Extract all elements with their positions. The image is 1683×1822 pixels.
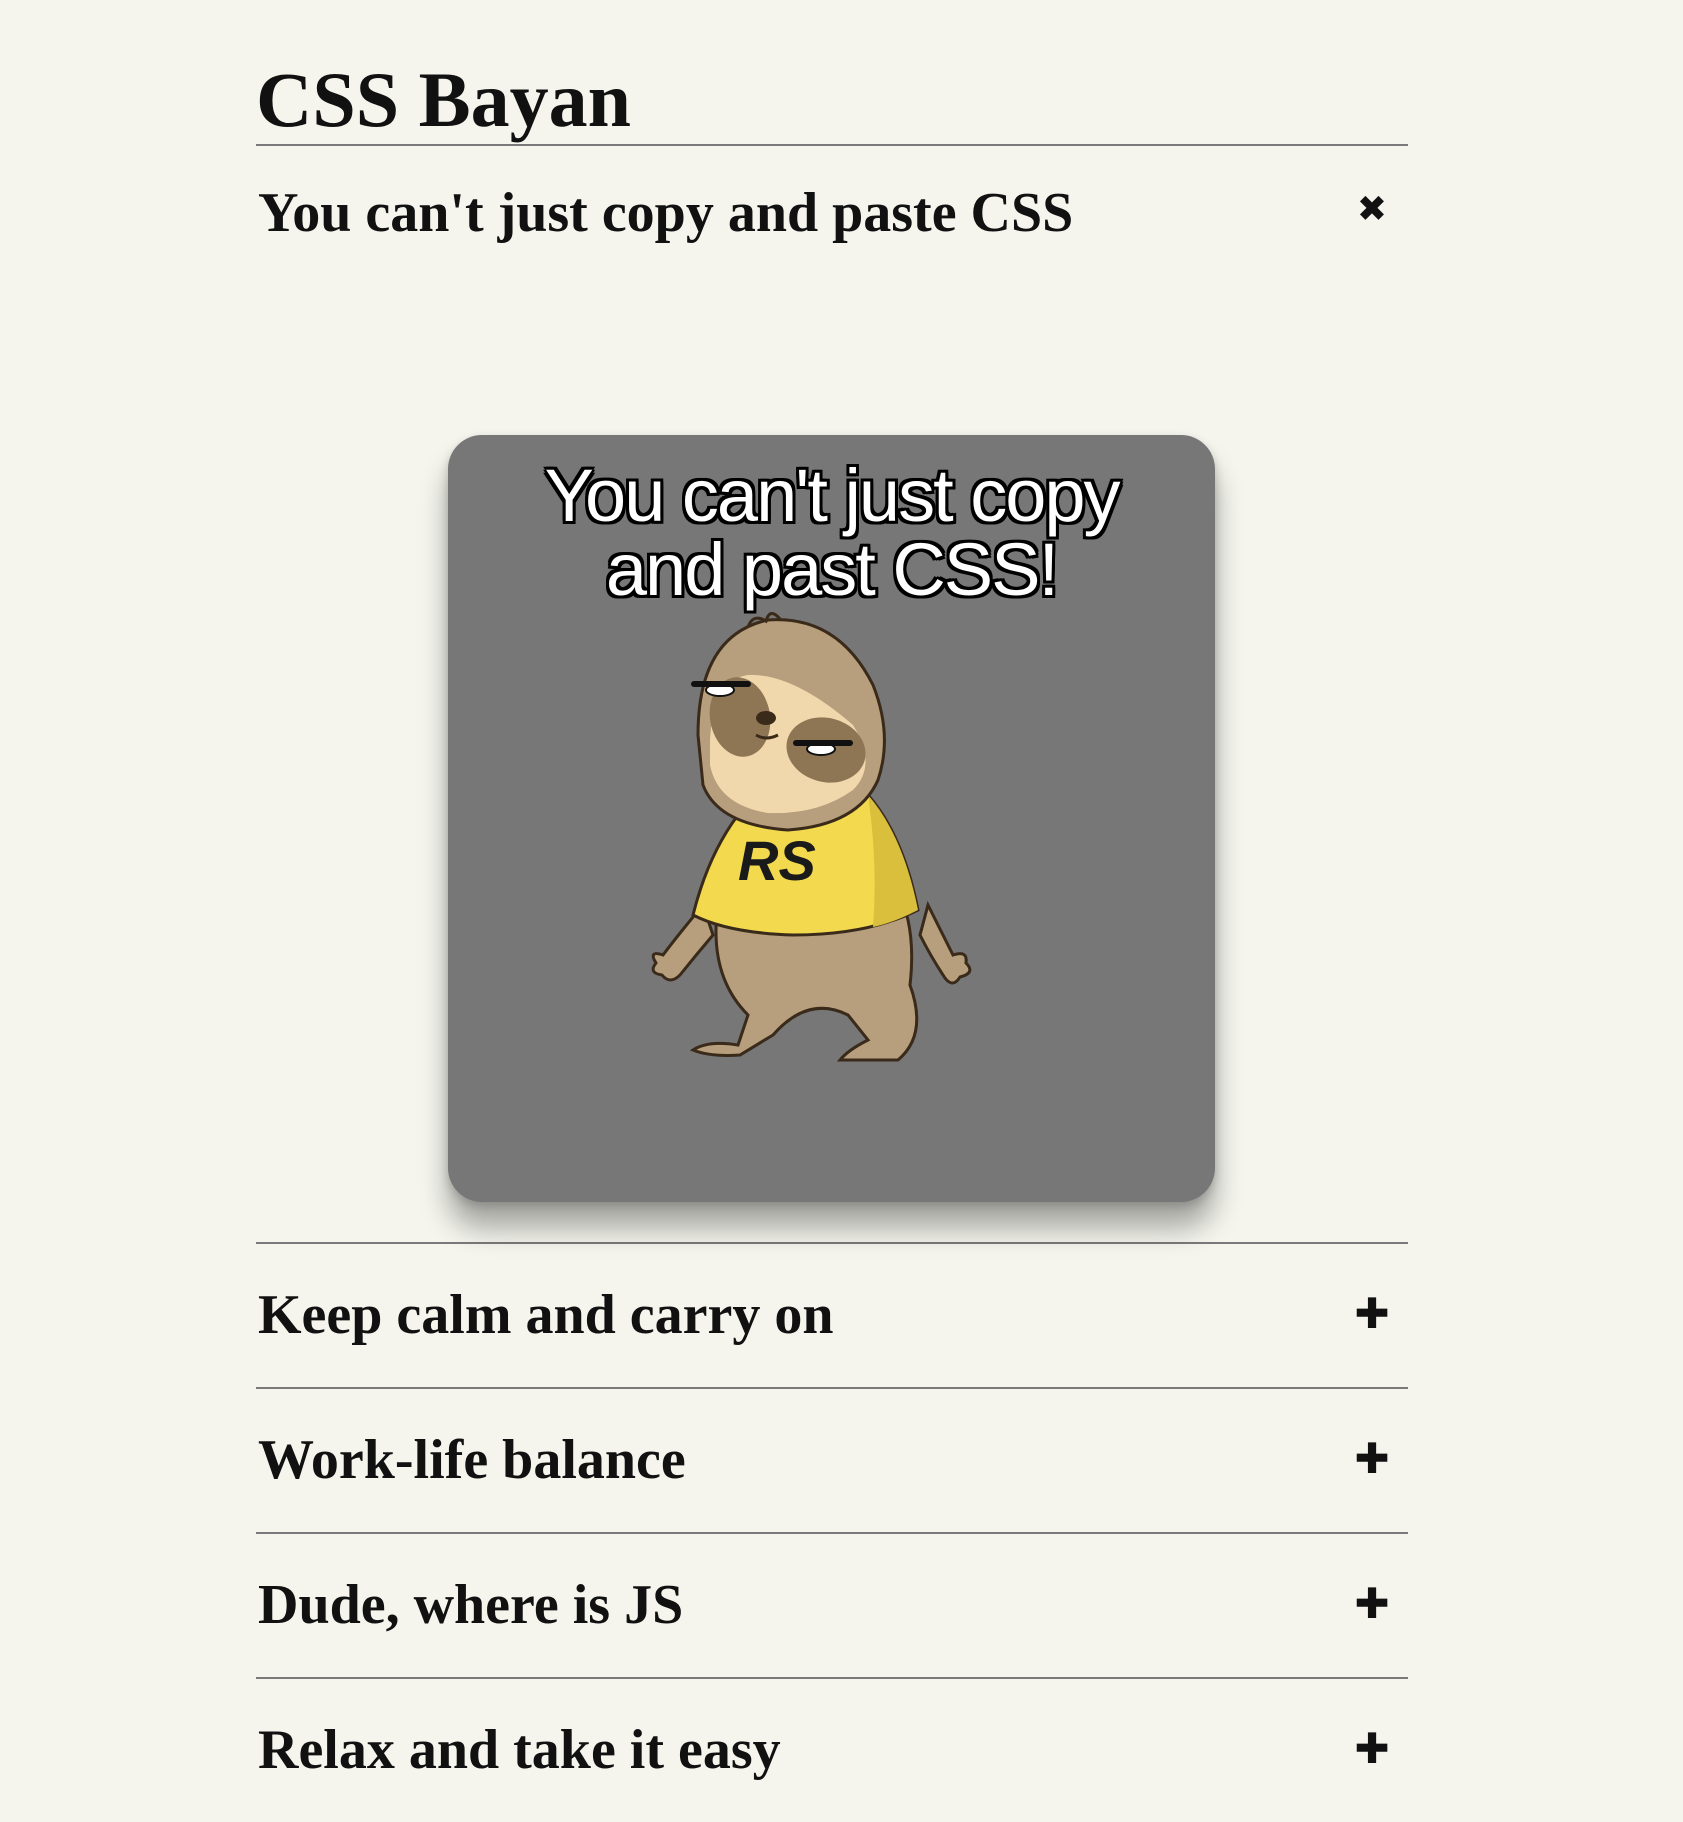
plus-icon[interactable]: ✚ xyxy=(1348,1580,1396,1628)
meme-image: RS You can't just copy and past CSS! xyxy=(448,435,1215,1202)
accordion-item-dude-where-is-js: Dude, where is JS ✚ xyxy=(256,1534,1408,1679)
accordion-header[interactable]: Keep calm and carry on ✚ xyxy=(256,1244,1408,1387)
shirt-text: RS xyxy=(738,829,816,892)
accordion-item-keep-calm: Keep calm and carry on ✚ xyxy=(256,1244,1408,1389)
page-title: CSS Bayan xyxy=(256,0,1408,146)
accordion-item-label: Keep calm and carry on xyxy=(258,1284,834,1346)
meme-caption-line-2: and past CSS! xyxy=(605,528,1059,611)
accordion-panel: RS You can't just copy and past CSS! xyxy=(256,291,1408,1242)
accordion-header[interactable]: Relax and take it easy ✚ xyxy=(256,1679,1408,1822)
accordion-item-work-life-balance: Work-life balance ✚ xyxy=(256,1389,1408,1534)
accordion-item-label: Relax and take it easy xyxy=(258,1719,781,1781)
meme-caption-line-1: You can't just copy xyxy=(544,454,1120,537)
accordion-item-copy-paste-css: You can't just copy and paste CSS ✖ RS Y… xyxy=(256,146,1408,1244)
accordion-item-label: Work-life balance xyxy=(258,1429,686,1491)
close-icon[interactable]: ✖ xyxy=(1348,186,1396,234)
accordion-item-label: You can't just copy and paste CSS xyxy=(258,182,1074,244)
accordion-header[interactable]: Work-life balance ✚ xyxy=(256,1389,1408,1532)
accordion-item-relax: Relax and take it easy ✚ xyxy=(256,1679,1408,1822)
meme-caption: You can't just copy and past CSS! xyxy=(448,459,1215,607)
accordion-page: CSS Bayan You can't just copy and paste … xyxy=(256,0,1408,1822)
plus-icon[interactable]: ✚ xyxy=(1348,1290,1396,1338)
accordion-header[interactable]: You can't just copy and paste CSS ✖ xyxy=(256,146,1408,291)
plus-icon[interactable]: ✚ xyxy=(1348,1435,1396,1483)
accordion-header[interactable]: Dude, where is JS ✚ xyxy=(256,1534,1408,1677)
accordion-item-label: Dude, where is JS xyxy=(258,1574,684,1636)
plus-icon[interactable]: ✚ xyxy=(1348,1725,1396,1773)
